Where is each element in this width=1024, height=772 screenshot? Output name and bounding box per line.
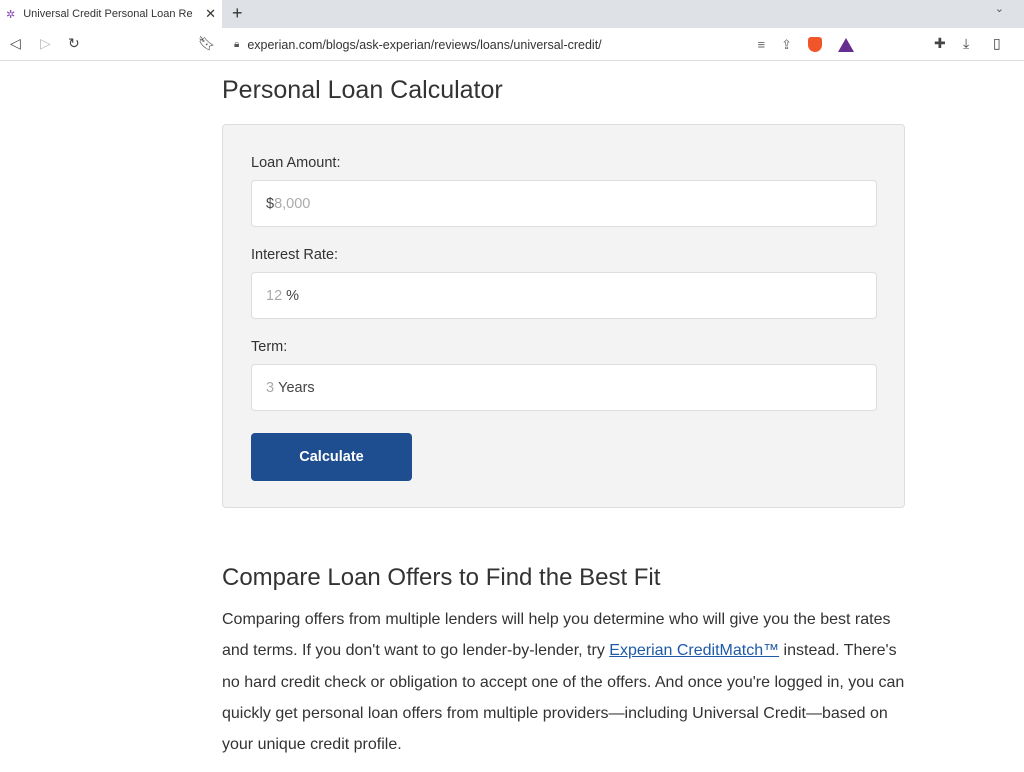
- loan-amount-label: Loan Amount:: [251, 155, 341, 171]
- tab-active[interactable]: ✲ Universal Credit Personal Loan Re ✕: [0, 0, 222, 28]
- brave-rewards-icon[interactable]: [838, 37, 854, 52]
- loan-amount-input[interactable]: $8,000: [251, 180, 877, 227]
- interest-rate-label: Interest Rate:: [251, 247, 339, 263]
- section-heading: Compare Loan Offers to Find the Best Fit: [222, 564, 661, 591]
- reload-icon[interactable]: ↻: [68, 35, 80, 52]
- browser-toolbar: ◁ ▷ ↻ 🔖︎ 🔒︎ experian.com/blogs/ask-exper…: [0, 28, 1024, 61]
- lock-icon: 🔒︎: [234, 39, 240, 50]
- percent-suffix: %: [286, 287, 300, 304]
- body-paragraph: Comparing offers from multiple lenders w…: [222, 604, 912, 760]
- forward-icon[interactable]: ▷: [40, 35, 51, 52]
- creditmatch-link[interactable]: Experian CreditMatch™: [609, 642, 779, 659]
- interest-rate-placeholder: 12: [266, 287, 283, 304]
- brave-shields-icon[interactable]: [808, 37, 822, 52]
- url-text[interactable]: experian.com/blogs/ask-experian/reviews/…: [247, 38, 749, 52]
- sidebar-icon[interactable]: ▯: [993, 35, 1001, 52]
- share-icon[interactable]: ⇪: [781, 37, 792, 53]
- extensions-icon[interactable]: ✚: [934, 35, 946, 52]
- loan-amount-placeholder: 8,000: [274, 195, 311, 212]
- close-tab-icon[interactable]: ✕: [205, 6, 216, 22]
- back-icon[interactable]: ◁: [10, 35, 21, 52]
- new-tab-button[interactable]: +: [232, 3, 243, 24]
- years-suffix: Years: [278, 379, 315, 396]
- term-label: Term:: [251, 339, 288, 355]
- calculate-button[interactable]: Calculate: [251, 433, 412, 481]
- address-bar[interactable]: 🔒︎ experian.com/blogs/ask-experian/revie…: [222, 31, 862, 58]
- dollar-prefix: $: [266, 195, 275, 212]
- interest-rate-input[interactable]: 12 %: [251, 272, 877, 319]
- page-title: Personal Loan Calculator: [222, 76, 503, 104]
- reader-mode-icon[interactable]: ≡: [758, 37, 766, 52]
- loan-calculator: Loan Amount: $8,000 Interest Rate: 12 % …: [222, 124, 905, 508]
- bookmark-icon[interactable]: 🔖︎: [198, 35, 216, 52]
- download-icon[interactable]: ⤓: [963, 35, 969, 52]
- tab-title: Universal Credit Personal Loan Re: [23, 8, 193, 20]
- term-placeholder: 3: [266, 379, 275, 396]
- tab-search-chevron-icon[interactable]: ⌄: [995, 2, 1004, 15]
- tab-strip: ✲ Universal Credit Personal Loan Re ✕ + …: [0, 0, 1024, 28]
- favicon-icon: ✲: [6, 8, 16, 21]
- term-input[interactable]: 3 Years: [251, 364, 877, 411]
